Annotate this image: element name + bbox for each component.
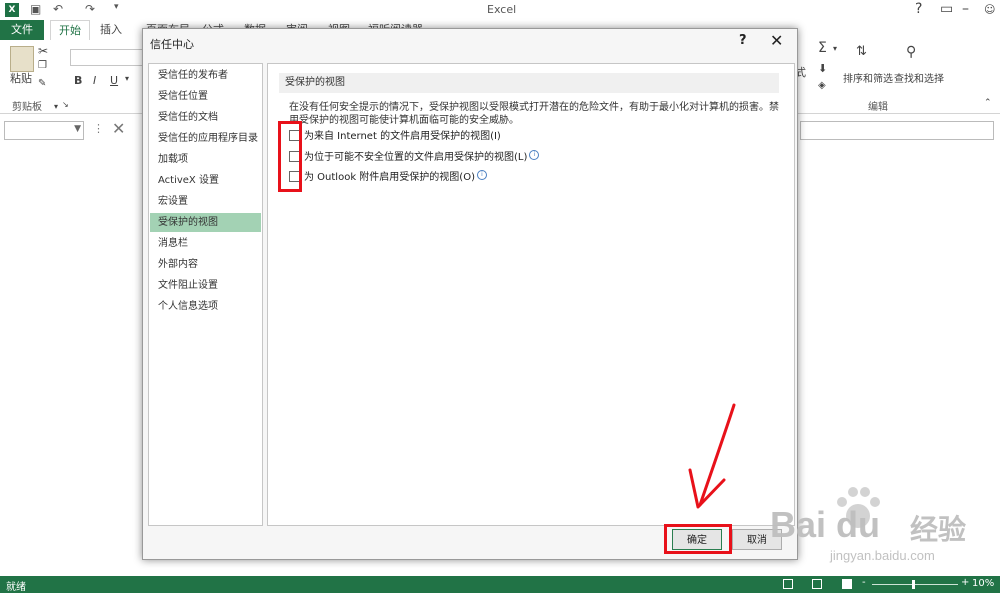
watermark-cn: 经验	[910, 514, 967, 545]
watermark-logo: Bai du	[770, 504, 881, 545]
baidu-watermark: Bai du 经验 jingyan.baidu.com	[760, 487, 990, 565]
watermark-url: jingyan.baidu.com	[830, 548, 935, 563]
